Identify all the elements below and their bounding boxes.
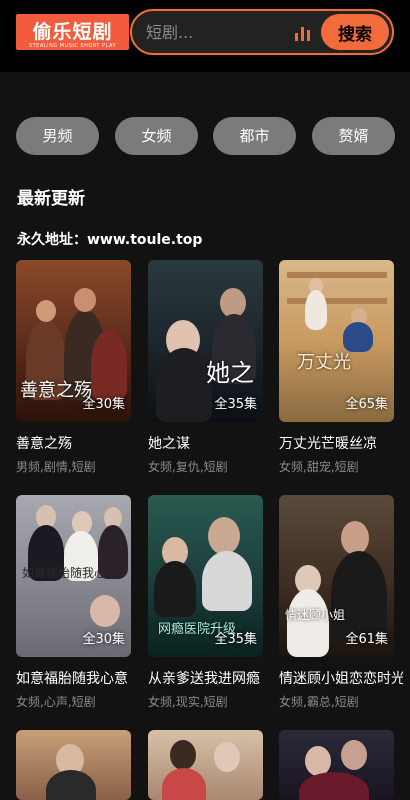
drama-poster[interactable]: [16, 730, 131, 800]
drama-title[interactable]: 万丈光芒暖丝凉: [279, 433, 403, 453]
episode-count: 全35集: [214, 632, 257, 647]
episode-count: 全35集: [214, 397, 257, 412]
drama-poster[interactable]: 网瘾医院升级 全35集: [148, 495, 263, 657]
drama-poster[interactable]: 她之 全35集: [148, 260, 263, 422]
drama-tags: 女频,甜宠,短剧: [279, 460, 359, 474]
poster-title: 如意福胎随我心: [22, 566, 107, 580]
top-bar: 偷乐短剧 STEALING MUSIC SHORT PLAY 搜索: [0, 0, 410, 72]
bar-chart-icon[interactable]: [294, 25, 312, 41]
logo-subtext: STEALING MUSIC SHORT PLAY: [28, 43, 117, 49]
drama-card[interactable]: [16, 730, 131, 800]
poster-title: 万丈光: [297, 352, 351, 373]
drama-tags: 男频,剧情,短剧: [16, 460, 96, 474]
drama-card[interactable]: [148, 730, 263, 800]
logo-text: 偷乐短剧: [32, 21, 113, 43]
category-chip-female[interactable]: 女频: [115, 117, 198, 155]
drama-title[interactable]: 从亲爹送我进网瘾: [148, 668, 272, 688]
poster-title: 她之: [206, 359, 254, 387]
app-logo[interactable]: 偷乐短剧 STEALING MUSIC SHORT PLAY: [16, 14, 129, 50]
drama-title[interactable]: 善意之殇: [16, 433, 140, 453]
drama-title[interactable]: 情迷顾小姐恋恋时光: [279, 668, 403, 688]
category-chip-son-in-law[interactable]: 赘婿: [312, 117, 395, 155]
category-chips: 男频 女频 都市 赘婿: [16, 117, 410, 155]
episode-count: 全61集: [345, 632, 388, 647]
category-chip-urban[interactable]: 都市: [213, 117, 296, 155]
drama-poster[interactable]: [148, 730, 263, 800]
drama-card[interactable]: [279, 730, 394, 800]
episode-count: 全30集: [82, 397, 125, 412]
section-title: 最新更新: [17, 189, 85, 209]
drama-tags: 女频,霸总,短剧: [279, 695, 359, 709]
drama-poster[interactable]: 善意之殇 全30集: [16, 260, 131, 422]
drama-title[interactable]: 如意福胎随我心意: [16, 668, 140, 688]
search-bar: 搜索: [130, 9, 394, 55]
category-chip-male[interactable]: 男频: [16, 117, 99, 155]
poster-title: 情迷顾小姐: [285, 608, 346, 622]
drama-poster[interactable]: [279, 730, 394, 800]
drama-poster[interactable]: 情迷顾小姐 全61集: [279, 495, 394, 657]
permanent-address: 永久地址：www.toule.top: [17, 232, 203, 248]
drama-tags: 女频,现实,短剧: [148, 695, 228, 709]
drama-tags: 女频,心声,短剧: [16, 695, 96, 709]
drama-poster[interactable]: 如意福胎随我心 全30集: [16, 495, 131, 657]
drama-tags: 女频,复仇,短剧: [148, 460, 228, 474]
drama-title[interactable]: 她之谋: [148, 433, 272, 453]
search-input[interactable]: [146, 20, 286, 44]
episode-count: 全30集: [82, 632, 125, 647]
episode-count: 全65集: [345, 397, 388, 412]
drama-poster[interactable]: 万丈光 全65集: [279, 260, 394, 422]
search-button[interactable]: 搜索: [321, 14, 389, 50]
